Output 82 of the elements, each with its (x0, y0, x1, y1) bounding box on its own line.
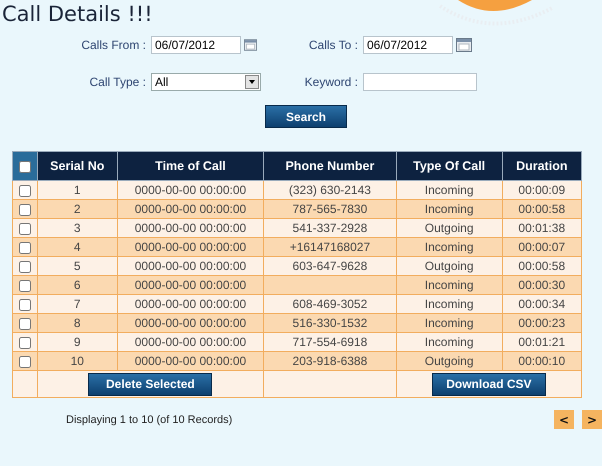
field-label: Calls To : (308, 38, 359, 52)
table-cell: 203-918-6388 (292, 354, 368, 368)
page-title: Call Details !!! (1, 1, 153, 28)
table-cell: Incoming (424, 183, 474, 197)
table-cell: 0000-00-00 00:00:00 (134, 202, 246, 216)
table-cell: Incoming (424, 240, 474, 254)
table-cell: Incoming (424, 316, 474, 330)
table-cell: 608-469-3052 (292, 297, 368, 311)
field-label: Calls From : (81, 38, 147, 52)
table-cell: 7 (74, 297, 81, 311)
table-cell: 5 (74, 259, 81, 273)
table-cell: 00:01:21 (518, 335, 566, 349)
field-label: Call Type : (90, 75, 147, 89)
row-checkbox[interactable] (18, 318, 31, 330)
table-cell: 0000-00-00 00:00:00 (134, 183, 246, 197)
table-cell: 4 (74, 240, 81, 254)
table-cell: Incoming (424, 297, 474, 311)
table-cell: 00:00:58 (518, 202, 566, 216)
table-cell: 00:00:07 (518, 240, 566, 254)
table-cell: 3 (74, 221, 81, 235)
row-checkbox[interactable] (18, 336, 31, 349)
call-type-dropdown[interactable]: All (151, 73, 261, 91)
keyword-field[interactable] (363, 73, 477, 91)
table-cell: 541-337-2928 (292, 221, 368, 235)
table-cell: 0000-00-00 00:00:00 (134, 278, 246, 292)
table-cell: 516-330-1532 (292, 316, 368, 330)
row-checkbox[interactable] (18, 260, 31, 273)
column-header: Duration (502, 152, 582, 180)
table-cell: 00:00:34 (518, 297, 566, 311)
row-checkbox[interactable] (18, 298, 31, 311)
table-cell: 9 (74, 335, 81, 349)
delete-selected-button[interactable]: Delete Selected (88, 372, 212, 396)
table-cell: 0000-00-00 00:00:00 (134, 297, 246, 311)
table-cell: 00:01:38 (518, 221, 566, 235)
date-field[interactable]: 06/07/2012 (363, 36, 453, 54)
row-checkbox[interactable] (18, 204, 31, 216)
pagination-summary: Displaying 1 to 10 (of 10 Records) (66, 414, 234, 426)
table-cell: 00:00:58 (518, 259, 566, 273)
table-cell: 0000-00-00 00:00:00 (134, 354, 246, 368)
column-header: Type Of Call (396, 152, 502, 180)
row-checkbox[interactable] (18, 356, 31, 368)
row-checkbox[interactable] (18, 184, 31, 197)
table-cell: +16147168027 (290, 240, 370, 254)
calendar-icon[interactable] (456, 38, 472, 52)
row-checkbox[interactable] (18, 222, 31, 235)
table-cell: 717-554-6918 (292, 335, 368, 349)
table-cell: 0000-00-00 00:00:00 (134, 221, 246, 235)
table-cell: 10 (70, 354, 84, 368)
table-cell: 2 (74, 202, 81, 216)
table-cell: Incoming (424, 202, 474, 216)
row-checkbox[interactable] (18, 242, 31, 254)
table-cell: Outgoing (424, 221, 474, 235)
row-checkbox[interactable] (18, 280, 31, 292)
table-cell: 00:00:30 (518, 278, 566, 292)
table-cell: Outgoing (424, 354, 474, 368)
select-all-checkbox[interactable] (18, 160, 31, 173)
search-button[interactable]: Search (265, 105, 347, 128)
table-cell: (323) 630-2143 (288, 183, 371, 197)
table-cell: Incoming (424, 278, 474, 292)
table-cell: 8 (74, 316, 81, 330)
column-header: Time of Call (117, 152, 264, 180)
table-cell: 00:00:23 (518, 316, 566, 330)
table-cell: 0000-00-00 00:00:00 (134, 316, 246, 330)
table-cell: 0000-00-00 00:00:00 (134, 259, 246, 273)
table-cell: 6 (74, 278, 81, 292)
next-page-button[interactable]: > (582, 410, 602, 429)
download-csv-button[interactable]: Download CSV (432, 372, 546, 396)
table-cell: 00:00:09 (518, 183, 566, 197)
column-header: Phone Number (264, 152, 396, 180)
calendar-icon[interactable] (244, 38, 257, 52)
table-cell: 787-565-7830 (292, 202, 368, 216)
field-label: Keyword : (304, 75, 359, 89)
table-cell: 0000-00-00 00:00:00 (134, 240, 246, 254)
table-cell: 0000-00-00 00:00:00 (134, 335, 246, 349)
previous-page-button[interactable]: < (554, 410, 574, 429)
table-cell: Outgoing (424, 259, 474, 273)
table-cell: 00:00:10 (518, 354, 566, 368)
date-field[interactable]: 06/07/2012 (151, 36, 241, 54)
table-cell: 603-647-9628 (292, 259, 368, 273)
column-header: Serial No (37, 152, 118, 180)
table-cell: Incoming (424, 335, 474, 349)
table-cell: 1 (74, 183, 81, 197)
